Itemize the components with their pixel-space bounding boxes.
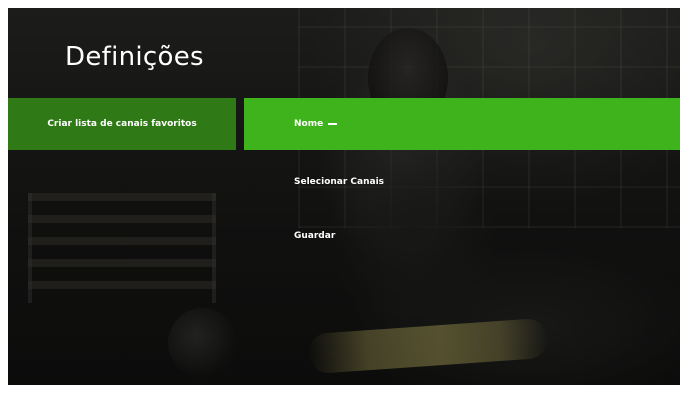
menu-item-save[interactable]: Guardar: [244, 210, 680, 262]
text-cursor-icon: [328, 123, 338, 125]
menu-item-select-channels[interactable]: Selecionar Canais: [244, 156, 680, 208]
menu-item-name[interactable]: Nome: [244, 98, 680, 150]
menu-item-label: Selecionar Canais: [294, 177, 385, 187]
menu-item-label: Nome: [294, 119, 324, 129]
tv-screen: Definições Criar lista de canais favorit…: [8, 8, 680, 385]
menu-item-label: Guardar: [294, 231, 336, 241]
menu-item-favorite-channels-list[interactable]: Criar lista de canais favoritos: [8, 98, 236, 150]
page-title: Definições: [65, 42, 204, 72]
menu-item-label: Criar lista de canais favoritos: [47, 119, 197, 129]
